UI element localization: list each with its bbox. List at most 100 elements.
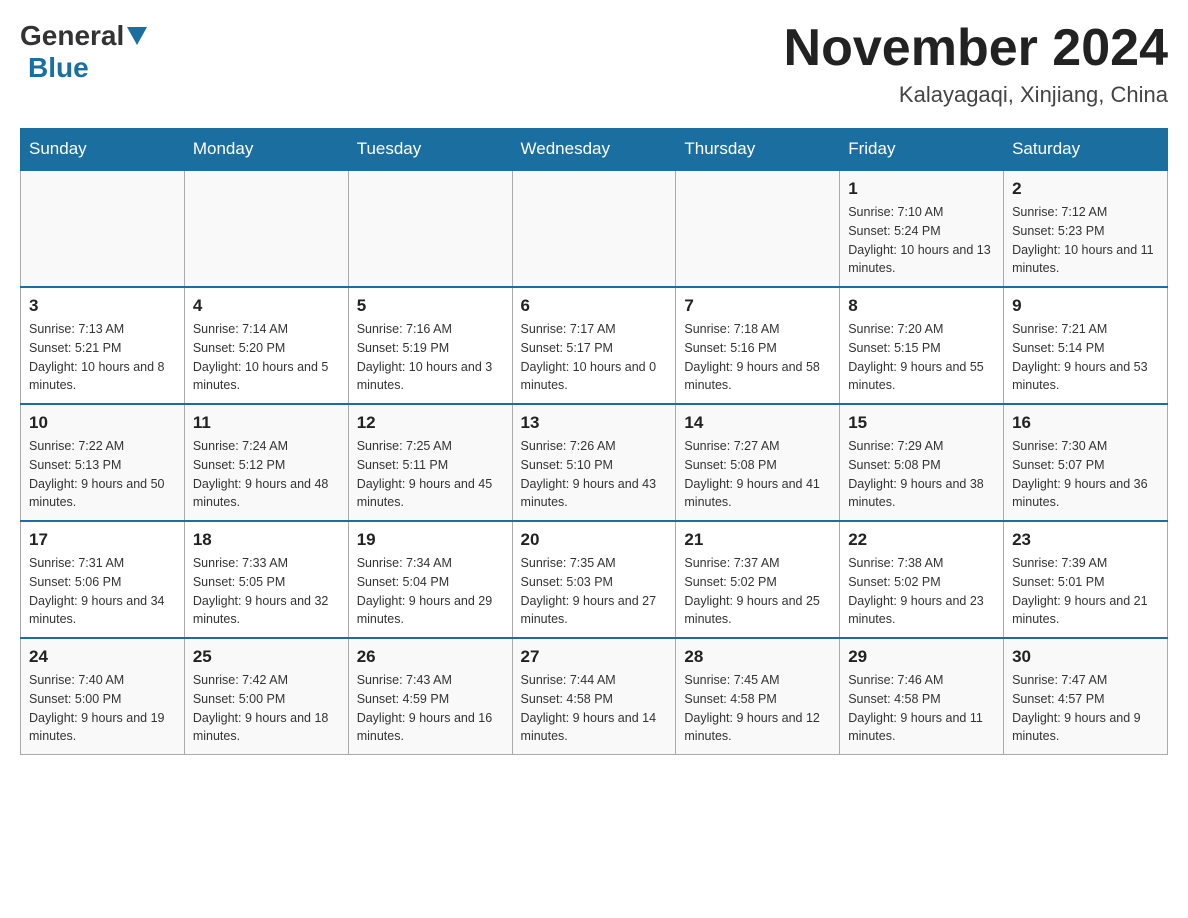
calendar-cell: 8 Sunrise: 7:20 AMSunset: 5:15 PMDaylight… xyxy=(840,287,1004,404)
calendar-week-row: 10 Sunrise: 7:22 AMSunset: 5:13 PMDayligh… xyxy=(21,404,1168,521)
calendar-cell: 20 Sunrise: 7:35 AMSunset: 5:03 PMDayligh… xyxy=(512,521,676,638)
calendar-cell: 10 Sunrise: 7:22 AMSunset: 5:13 PMDayligh… xyxy=(21,404,185,521)
day-number: 6 xyxy=(521,296,668,316)
day-number: 16 xyxy=(1012,413,1159,433)
day-info: Sunrise: 7:29 AMSunset: 5:08 PMDaylight:… xyxy=(848,437,995,512)
day-info: Sunrise: 7:44 AMSunset: 4:58 PMDaylight:… xyxy=(521,671,668,746)
calendar-cell xyxy=(348,170,512,287)
day-number: 4 xyxy=(193,296,340,316)
day-number: 9 xyxy=(1012,296,1159,316)
day-info: Sunrise: 7:42 AMSunset: 5:00 PMDaylight:… xyxy=(193,671,340,746)
calendar-cell: 2Sunrise: 7:12 AMSunset: 5:23 PMDaylight… xyxy=(1004,170,1168,287)
day-number: 3 xyxy=(29,296,176,316)
day-header-wednesday: Wednesday xyxy=(512,129,676,171)
day-info: Sunrise: 7:38 AMSunset: 5:02 PMDaylight:… xyxy=(848,554,995,629)
day-info: Sunrise: 7:39 AMSunset: 5:01 PMDaylight:… xyxy=(1012,554,1159,629)
day-number: 20 xyxy=(521,530,668,550)
day-info: Sunrise: 7:45 AMSunset: 4:58 PMDaylight:… xyxy=(684,671,831,746)
calendar-cell: 22 Sunrise: 7:38 AMSunset: 5:02 PMDayligh… xyxy=(840,521,1004,638)
calendar-week-row: 17 Sunrise: 7:31 AMSunset: 5:06 PMDayligh… xyxy=(21,521,1168,638)
day-info: Sunrise: 7:37 AMSunset: 5:02 PMDaylight:… xyxy=(684,554,831,629)
day-number: 18 xyxy=(193,530,340,550)
day-info: Sunrise: 7:10 AMSunset: 5:24 PMDaylight:… xyxy=(848,203,995,278)
day-number: 8 xyxy=(848,296,995,316)
location-title: Kalayagaqi, Xinjiang, China xyxy=(784,82,1168,108)
calendar-cell: 9Sunrise: 7:21 AMSunset: 5:14 PMDaylight… xyxy=(1004,287,1168,404)
day-info: Sunrise: 7:17 AMSunset: 5:17 PMDaylight:… xyxy=(521,320,668,395)
calendar-week-row: 3 Sunrise: 7:13 AMSunset: 5:21 PMDaylight… xyxy=(21,287,1168,404)
calendar-cell: 3 Sunrise: 7:13 AMSunset: 5:21 PMDaylight… xyxy=(21,287,185,404)
day-info: Sunrise: 7:20 AMSunset: 5:15 PMDaylight:… xyxy=(848,320,995,395)
calendar-cell: 6 Sunrise: 7:17 AMSunset: 5:17 PMDaylight… xyxy=(512,287,676,404)
day-info: Sunrise: 7:31 AMSunset: 5:06 PMDaylight:… xyxy=(29,554,176,629)
day-info: Sunrise: 7:25 AMSunset: 5:11 PMDaylight:… xyxy=(357,437,504,512)
day-number: 29 xyxy=(848,647,995,667)
calendar-cell: 15Sunrise: 7:29 AMSunset: 5:08 PMDayligh… xyxy=(840,404,1004,521)
calendar-cell: 4 Sunrise: 7:14 AMSunset: 5:20 PMDaylight… xyxy=(184,287,348,404)
calendar-cell: 29Sunrise: 7:46 AMSunset: 4:58 PMDayligh… xyxy=(840,638,1004,755)
day-number: 2 xyxy=(1012,179,1159,199)
calendar-cell: 24Sunrise: 7:40 AMSunset: 5:00 PMDayligh… xyxy=(21,638,185,755)
day-info: Sunrise: 7:16 AMSunset: 5:19 PMDaylight:… xyxy=(357,320,504,395)
calendar-cell: 12 Sunrise: 7:25 AMSunset: 5:11 PMDayligh… xyxy=(348,404,512,521)
day-header-sunday: Sunday xyxy=(21,129,185,171)
day-info: Sunrise: 7:22 AMSunset: 5:13 PMDaylight:… xyxy=(29,437,176,512)
calendar-cell: 18 Sunrise: 7:33 AMSunset: 5:05 PMDayligh… xyxy=(184,521,348,638)
day-info: Sunrise: 7:47 AMSunset: 4:57 PMDaylight:… xyxy=(1012,671,1159,746)
day-number: 25 xyxy=(193,647,340,667)
day-number: 14 xyxy=(684,413,831,433)
day-info: Sunrise: 7:30 AMSunset: 5:07 PMDaylight:… xyxy=(1012,437,1159,512)
calendar-cell: 14 Sunrise: 7:27 AMSunset: 5:08 PMDayligh… xyxy=(676,404,840,521)
calendar-cell: 26 Sunrise: 7:43 AMSunset: 4:59 PMDayligh… xyxy=(348,638,512,755)
logo-general-text: General xyxy=(20,20,124,52)
day-number: 30 xyxy=(1012,647,1159,667)
day-number: 19 xyxy=(357,530,504,550)
day-header-saturday: Saturday xyxy=(1004,129,1168,171)
calendar-table: SundayMondayTuesdayWednesdayThursdayFrid… xyxy=(20,128,1168,755)
calendar-header-row: SundayMondayTuesdayWednesdayThursdayFrid… xyxy=(21,129,1168,171)
calendar-cell: 16 Sunrise: 7:30 AMSunset: 5:07 PMDayligh… xyxy=(1004,404,1168,521)
day-number: 22 xyxy=(848,530,995,550)
day-header-tuesday: Tuesday xyxy=(348,129,512,171)
calendar-cell: 17 Sunrise: 7:31 AMSunset: 5:06 PMDayligh… xyxy=(21,521,185,638)
calendar-cell: 30 Sunrise: 7:47 AMSunset: 4:57 PMDayligh… xyxy=(1004,638,1168,755)
calendar-cell: 21 Sunrise: 7:37 AMSunset: 5:02 PMDayligh… xyxy=(676,521,840,638)
month-title: November 2024 xyxy=(784,20,1168,77)
day-number: 1 xyxy=(848,179,995,199)
calendar-cell: 1 Sunrise: 7:10 AMSunset: 5:24 PMDaylight… xyxy=(840,170,1004,287)
logo-triangle-icon xyxy=(127,27,147,45)
day-number: 7 xyxy=(684,296,831,316)
day-info: Sunrise: 7:18 AMSunset: 5:16 PMDaylight:… xyxy=(684,320,831,395)
calendar-cell xyxy=(676,170,840,287)
day-header-thursday: Thursday xyxy=(676,129,840,171)
day-info: Sunrise: 7:14 AMSunset: 5:20 PMDaylight:… xyxy=(193,320,340,395)
calendar-cell: 5Sunrise: 7:16 AMSunset: 5:19 PMDaylight… xyxy=(348,287,512,404)
day-number: 28 xyxy=(684,647,831,667)
day-number: 12 xyxy=(357,413,504,433)
day-number: 27 xyxy=(521,647,668,667)
day-number: 26 xyxy=(357,647,504,667)
day-info: Sunrise: 7:27 AMSunset: 5:08 PMDaylight:… xyxy=(684,437,831,512)
day-number: 21 xyxy=(684,530,831,550)
calendar-cell: 13Sunrise: 7:26 AMSunset: 5:10 PMDayligh… xyxy=(512,404,676,521)
day-info: Sunrise: 7:40 AMSunset: 5:00 PMDaylight:… xyxy=(29,671,176,746)
day-number: 23 xyxy=(1012,530,1159,550)
day-number: 11 xyxy=(193,413,340,433)
day-info: Sunrise: 7:34 AMSunset: 5:04 PMDaylight:… xyxy=(357,554,504,629)
day-info: Sunrise: 7:35 AMSunset: 5:03 PMDaylight:… xyxy=(521,554,668,629)
calendar-cell: 7 Sunrise: 7:18 AMSunset: 5:16 PMDaylight… xyxy=(676,287,840,404)
calendar-cell: 27 Sunrise: 7:44 AMSunset: 4:58 PMDayligh… xyxy=(512,638,676,755)
day-number: 10 xyxy=(29,413,176,433)
calendar-cell: 23 Sunrise: 7:39 AMSunset: 5:01 PMDayligh… xyxy=(1004,521,1168,638)
logo-blue-text: Blue xyxy=(28,52,89,83)
day-info: Sunrise: 7:43 AMSunset: 4:59 PMDaylight:… xyxy=(357,671,504,746)
calendar-cell: 19 Sunrise: 7:34 AMSunset: 5:04 PMDayligh… xyxy=(348,521,512,638)
day-info: Sunrise: 7:13 AMSunset: 5:21 PMDaylight:… xyxy=(29,320,176,395)
day-info: Sunrise: 7:33 AMSunset: 5:05 PMDaylight:… xyxy=(193,554,340,629)
calendar-cell xyxy=(184,170,348,287)
day-info: Sunrise: 7:26 AMSunset: 5:10 PMDaylight:… xyxy=(521,437,668,512)
page-header: General Blue November 2024 Kalayagaqi, X… xyxy=(20,20,1168,108)
day-number: 17 xyxy=(29,530,176,550)
day-header-friday: Friday xyxy=(840,129,1004,171)
logo: General Blue xyxy=(20,20,150,84)
